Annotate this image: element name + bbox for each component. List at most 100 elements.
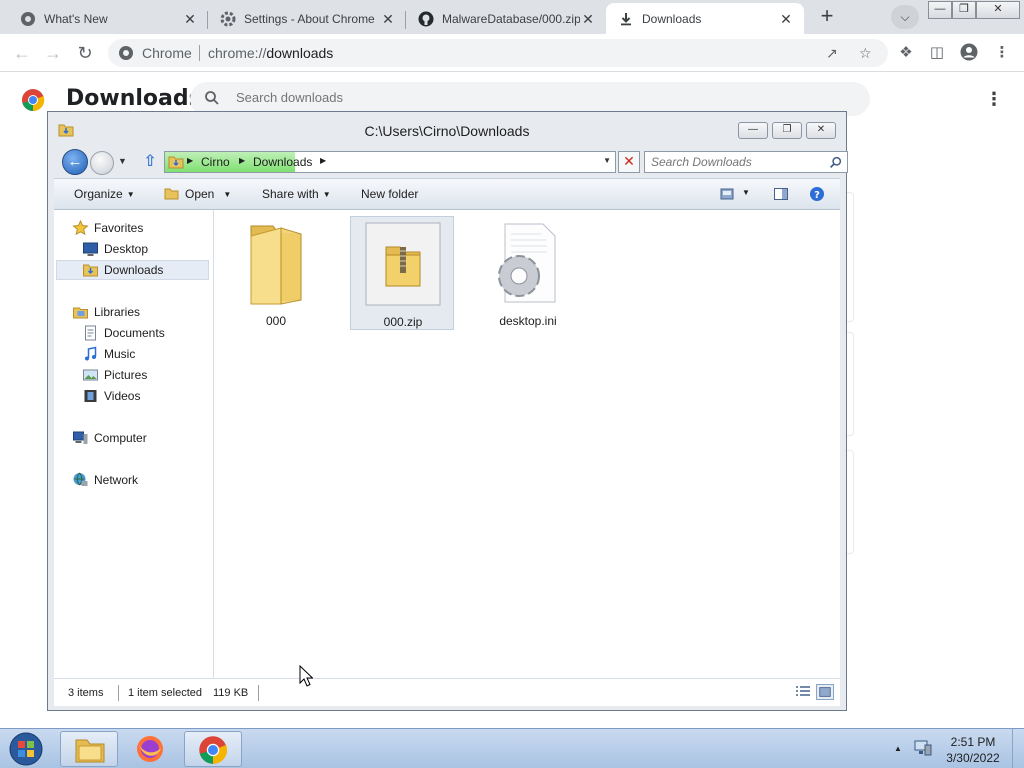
- profile-avatar-icon[interactable]: [959, 43, 979, 63]
- chrome-logo-icon: [22, 89, 45, 112]
- gear-icon: [220, 11, 236, 27]
- up-folder-button[interactable]: ⇧: [140, 152, 160, 172]
- taskbar-explorer-button[interactable]: [60, 731, 118, 767]
- search-icon: [205, 91, 219, 105]
- help-icon[interactable]: ?: [809, 186, 825, 202]
- file-item-000-zip[interactable]: 000.zip: [350, 216, 454, 330]
- close-icon[interactable]: ✕: [380, 11, 396, 27]
- view-options-dropdown[interactable]: ▼: [742, 188, 750, 197]
- share-icon[interactable]: ↗: [826, 45, 838, 62]
- file-list: 000 000.zip desktop.ini: [214, 210, 840, 678]
- explorer-title-bar[interactable]: C:\Users\Cirno\Downloads — ❐ ✕: [48, 112, 846, 148]
- bookmark-star-icon[interactable]: ☆: [859, 45, 872, 62]
- downloads-search-input[interactable]: [236, 90, 736, 105]
- close-window-button[interactable]: ✕: [976, 1, 1020, 19]
- minimize-icon: —: [748, 124, 758, 135]
- nav-videos[interactable]: Videos: [82, 386, 140, 406]
- explorer-search-box[interactable]: [644, 151, 848, 173]
- nav-documents[interactable]: Documents: [82, 323, 165, 343]
- preview-pane-icon[interactable]: [773, 186, 789, 202]
- file-item-000[interactable]: 000: [224, 216, 328, 330]
- back-button[interactable]: ←: [11, 42, 33, 64]
- breadcrumb-arrow-icon[interactable]: ▶: [187, 156, 193, 165]
- breadcrumb-cirno[interactable]: Cirno: [201, 155, 230, 169]
- tab-malware-database[interactable]: MalwareDatabase/000.zip ✕: [406, 3, 606, 34]
- nav-label: Videos: [104, 389, 141, 403]
- chrome-icon: [199, 736, 228, 764]
- show-hidden-icons-button[interactable]: ▲: [894, 744, 902, 753]
- taskbar-firefox-button[interactable]: [122, 731, 180, 767]
- nav-label: Music: [104, 347, 136, 361]
- restore-icon: ❐: [959, 3, 969, 15]
- desktop-icon: [83, 242, 98, 256]
- nav-computer[interactable]: Computer: [72, 428, 147, 448]
- minimize-button[interactable]: —: [928, 1, 952, 19]
- computer-icon: [73, 431, 88, 444]
- omnibox[interactable]: Chrome chrome://downloads ↗ ☆: [108, 39, 888, 67]
- nav-desktop[interactable]: Desktop: [82, 239, 148, 259]
- system-clock[interactable]: 2:51 PM 3/30/2022: [940, 734, 1006, 766]
- close-icon[interactable]: ✕: [182, 11, 198, 27]
- extensions-puzzle-icon[interactable]: ❖: [896, 43, 916, 63]
- maximize-button[interactable]: ❐: [952, 1, 976, 19]
- nav-favorites[interactable]: Favorites: [72, 218, 143, 238]
- taskbar: ▲ 2:51 PM 3/30/2022: [0, 728, 1024, 768]
- reload-button[interactable]: ↻: [74, 42, 96, 64]
- selection-size: 119 KB: [213, 687, 249, 699]
- url-path: downloads: [266, 45, 334, 61]
- explorer-minimize-button[interactable]: —: [738, 122, 768, 139]
- large-icons-view-icon[interactable]: [816, 684, 834, 700]
- explorer-address-bar[interactable]: ▶ Cirno ▶ Downloads ▶ ▼: [164, 151, 616, 173]
- breadcrumb-downloads[interactable]: Downloads: [253, 155, 312, 169]
- nav-pictures[interactable]: Pictures: [82, 365, 147, 385]
- explorer-close-button[interactable]: ✕: [806, 122, 836, 139]
- explorer-forward-button[interactable]: [90, 151, 114, 175]
- tab-search-button[interactable]: ⌵: [891, 5, 919, 29]
- file-name: 000.zip: [383, 315, 423, 329]
- close-icon[interactable]: ✕: [580, 11, 596, 27]
- nav-label: Desktop: [104, 242, 149, 256]
- organize-button[interactable]: Organize ▼: [74, 187, 135, 201]
- show-desktop-button[interactable]: [1012, 729, 1024, 768]
- file-explorer-icon: [75, 739, 105, 763]
- taskbar-chrome-button[interactable]: [184, 731, 242, 767]
- site-label: Chrome: [142, 45, 192, 61]
- file-item-desktop-ini[interactable]: desktop.ini: [476, 216, 580, 330]
- share-with-button[interactable]: Share with ▼: [262, 187, 331, 201]
- stop-button[interactable]: ✕: [618, 151, 640, 173]
- breadcrumb-arrow-icon[interactable]: ▶: [239, 156, 245, 165]
- open-button[interactable]: Open ▼: [185, 187, 231, 201]
- tab-settings-about-chrome[interactable]: Settings - About Chrome ✕: [208, 3, 406, 34]
- nav-libraries[interactable]: Libraries: [72, 302, 140, 322]
- settings-file-icon: [498, 223, 556, 303]
- network-status-icon[interactable]: [913, 739, 933, 757]
- tab-title: What's New: [44, 11, 108, 26]
- explorer-back-button[interactable]: ←: [62, 149, 88, 175]
- chrome-menu-icon[interactable]: ⋮: [992, 43, 1012, 63]
- explorer-maximize-button[interactable]: ❐: [772, 122, 802, 139]
- nav-downloads[interactable]: Downloads: [56, 260, 209, 280]
- close-icon[interactable]: ✕: [778, 11, 794, 27]
- close-icon: ✕: [816, 124, 826, 135]
- breadcrumb-arrow-icon[interactable]: ▶: [320, 156, 326, 165]
- address-history-dropdown[interactable]: ▼: [603, 156, 611, 165]
- recent-pages-dropdown[interactable]: ▼: [118, 156, 127, 166]
- search-icon: [830, 156, 842, 168]
- start-button-icon[interactable]: [2, 730, 46, 768]
- new-folder-button[interactable]: New folder: [361, 187, 418, 201]
- side-panel-icon[interactable]: ◫: [927, 43, 947, 63]
- new-tab-button[interactable]: +: [813, 5, 841, 29]
- change-view-icon[interactable]: [719, 186, 735, 202]
- arrow-left-icon: ←: [13, 43, 31, 63]
- arrow-up-icon: ⇧: [143, 153, 157, 170]
- more-actions-icon[interactable]: ⋮: [985, 90, 1003, 108]
- details-view-icon[interactable]: [794, 684, 812, 700]
- tab-downloads[interactable]: Downloads ✕: [606, 3, 804, 34]
- tab-whats-new[interactable]: What's New ✕: [0, 3, 208, 34]
- open-label: Open: [185, 187, 215, 201]
- close-icon: ✕: [993, 3, 1003, 15]
- forward-button[interactable]: →: [42, 42, 64, 64]
- nav-network[interactable]: Network: [72, 470, 138, 490]
- explorer-search-input[interactable]: [651, 155, 821, 169]
- nav-music[interactable]: Music: [82, 344, 135, 364]
